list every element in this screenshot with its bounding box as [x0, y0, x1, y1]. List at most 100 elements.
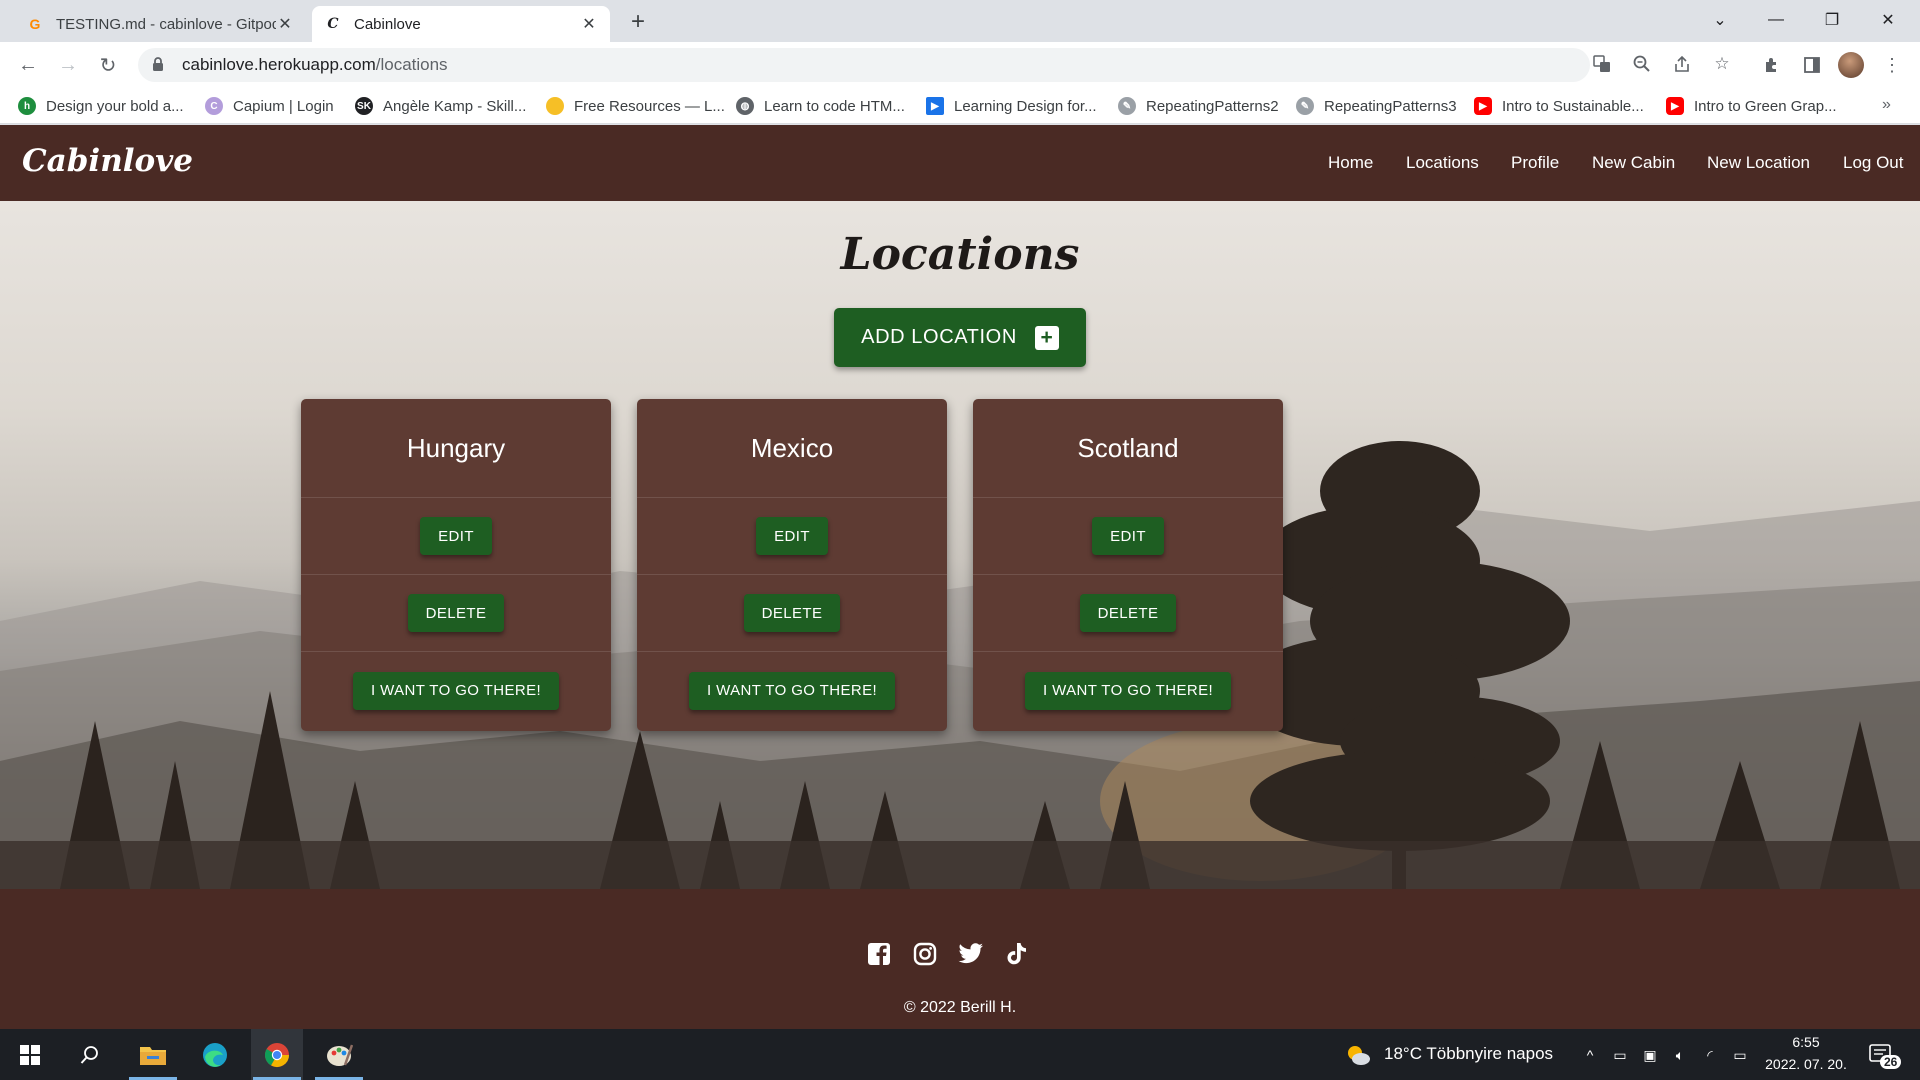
file-explorer-icon[interactable]	[127, 1029, 179, 1080]
share-icon[interactable]	[1668, 50, 1696, 78]
zoom-icon[interactable]	[1628, 50, 1656, 78]
wifi-icon[interactable]: ◜	[1700, 1045, 1720, 1065]
cabinlove-favicon-icon: C	[327, 16, 339, 32]
tab-cabinlove[interactable]: C Cabinlove ✕	[312, 6, 610, 42]
nav-new-cabin[interactable]: New Cabin	[1592, 153, 1675, 173]
hero-background	[0, 201, 1920, 889]
reload-icon[interactable]: ↻	[94, 51, 122, 79]
tab-search-icon[interactable]: ⌄	[1692, 0, 1748, 40]
want-to-go-button[interactable]: I WANT TO GO THERE!	[352, 671, 560, 710]
instagram-icon[interactable]	[912, 941, 938, 967]
facebook-icon[interactable]	[866, 941, 892, 967]
side-panel-icon[interactable]	[1798, 51, 1826, 79]
lock-icon	[152, 57, 166, 73]
nav-profile[interactable]: Profile	[1511, 153, 1559, 173]
weather-icon[interactable]	[1344, 1041, 1372, 1069]
bookmark-star-icon[interactable]: ☆	[1708, 50, 1736, 78]
location-card-hungary: Hungary EDIT DELETE I WANT TO GO THERE!	[301, 399, 611, 731]
bookmark-item[interactable]: Free Resources — L...	[546, 94, 725, 118]
windows-start-icon[interactable]	[4, 1029, 56, 1080]
delete-button[interactable]: DELETE	[1079, 594, 1177, 632]
tab-title: Cabinlove	[354, 15, 421, 33]
want-to-go-button[interactable]: I WANT TO GO THERE!	[688, 671, 896, 710]
clock-date[interactable]: 2022. 07. 20.	[1756, 1056, 1856, 1072]
close-tab-icon[interactable]: ✕	[276, 14, 294, 34]
bookmark-icon: h	[18, 97, 36, 115]
add-location-label: ADD LOCATION	[861, 326, 1017, 348]
nav-home[interactable]: Home	[1328, 153, 1373, 173]
search-icon[interactable]	[64, 1029, 116, 1080]
url-host: cabinlove.herokuapp.com	[182, 55, 376, 74]
close-window-icon[interactable]: ✕	[1860, 0, 1916, 40]
meet-icon[interactable]: ▭	[1610, 1045, 1630, 1065]
menu-kebab-icon[interactable]: ⋮	[1878, 51, 1906, 79]
minimize-icon[interactable]: —	[1748, 0, 1804, 40]
gitpod-icon: G	[29, 16, 41, 32]
more-bookmarks-icon[interactable]: »	[1882, 96, 1891, 114]
extensions-icon[interactable]	[1758, 51, 1786, 79]
address-bar[interactable]: cabinlove.herokuapp.com/locations	[138, 48, 1590, 82]
paint-app-icon[interactable]	[313, 1029, 365, 1080]
location-card-scotland: Scotland EDIT DELETE I WANT TO GO THERE!	[973, 399, 1283, 731]
tab-gitpod[interactable]: G TESTING.md - cabinlove - Gitpod ✕	[14, 6, 306, 42]
bookmark-item[interactable]: ▶ Intro to Sustainable...	[1474, 94, 1644, 118]
location-name: Hungary	[301, 399, 611, 498]
browser-toolbar: ← → ↻ cabinlove.herokuapp.com/locations …	[0, 42, 1920, 88]
nav-log-out[interactable]: Log Out	[1843, 153, 1904, 173]
page-title: Locations	[840, 229, 1080, 280]
volume-icon[interactable]: 🔈︎	[1670, 1045, 1690, 1065]
nav-new-location[interactable]: New Location	[1707, 153, 1810, 173]
tiktok-icon[interactable]	[1004, 941, 1030, 967]
want-to-go-button[interactable]: I WANT TO GO THERE!	[1024, 671, 1232, 710]
bookmark-item[interactable]: ▶ Intro to Green Grap...	[1666, 94, 1837, 118]
back-icon[interactable]: ←	[14, 51, 42, 79]
delete-button[interactable]: DELETE	[743, 594, 841, 632]
edit-button[interactable]: EDIT	[756, 517, 828, 555]
edit-button[interactable]: EDIT	[1092, 517, 1164, 555]
restore-icon[interactable]: ❐	[1804, 0, 1860, 40]
pattern-icon: ✎	[1118, 97, 1136, 115]
location-name: Mexico	[637, 399, 947, 498]
profile-avatar[interactable]	[1838, 52, 1864, 78]
clock-time[interactable]: 6:55	[1756, 1034, 1856, 1050]
site-logo[interactable]: Cabinlove	[22, 143, 193, 179]
battery-icon[interactable]: ▭	[1730, 1045, 1750, 1065]
add-location-button[interactable]: ADD LOCATION +	[834, 308, 1086, 367]
location-card-mexico: Mexico EDIT DELETE I WANT TO GO THERE!	[637, 399, 947, 731]
site-navbar: Cabinlove Home Locations Profile New Cab…	[0, 125, 1920, 201]
bookmark-item[interactable]: ▶ Learning Design for...	[926, 94, 1097, 118]
web-page: Cabinlove Home Locations Profile New Cab…	[0, 125, 1920, 1029]
globe-icon: ◍	[736, 97, 754, 115]
forest-mountains-image	[0, 441, 1920, 889]
edit-button[interactable]: EDIT	[420, 517, 492, 555]
bookmarks-bar: h Design your bold a... C Capium | Login S…	[0, 88, 1920, 124]
bookmark-item[interactable]: h Design your bold a...	[18, 94, 184, 118]
youtube-icon: ▶	[1474, 97, 1492, 115]
notification-count-badge: 26	[1880, 1055, 1902, 1069]
bookmark-item[interactable]: ✎ RepeatingPatterns2	[1118, 94, 1279, 118]
bookmark-item[interactable]: SK Angèle Kamp - Skill...	[355, 94, 526, 118]
url-path: /locations	[375, 55, 448, 74]
site-footer: © 2022 Berill H.	[0, 889, 1920, 1029]
bookmark-item[interactable]: C Capium | Login	[205, 94, 334, 118]
copyright-text: © 2022 Berill H.	[903, 999, 1017, 1016]
tab-title: TESTING.md - cabinlove - Gitpod	[56, 15, 276, 33]
close-tab-icon[interactable]: ✕	[580, 14, 598, 34]
pattern-icon: ✎	[1296, 97, 1314, 115]
forward-icon[interactable]: →	[54, 51, 82, 79]
weather-text[interactable]: 18°C Többnyire napos	[1384, 1044, 1553, 1064]
translate-icon[interactable]	[1588, 50, 1616, 78]
delete-button[interactable]: DELETE	[407, 594, 505, 632]
bookmark-item[interactable]: ✎ RepeatingPatterns3	[1296, 94, 1457, 118]
edge-icon[interactable]	[189, 1029, 241, 1080]
plus-square-icon: +	[1034, 325, 1059, 350]
nav-locations[interactable]: Locations	[1406, 153, 1479, 173]
chrome-icon[interactable]	[251, 1029, 303, 1080]
new-tab-button[interactable]: +	[624, 8, 652, 36]
twitter-icon[interactable]	[958, 941, 984, 967]
bookmark-item[interactable]: ◍ Learn to code HTM...	[736, 94, 905, 118]
monitor-icon[interactable]: ▣	[1640, 1045, 1660, 1065]
chevron-up-icon[interactable]: ^	[1580, 1045, 1600, 1065]
browser-tab-strip: G TESTING.md - cabinlove - Gitpod ✕ C Ca…	[0, 0, 1920, 42]
bookmark-icon: C	[205, 97, 223, 115]
